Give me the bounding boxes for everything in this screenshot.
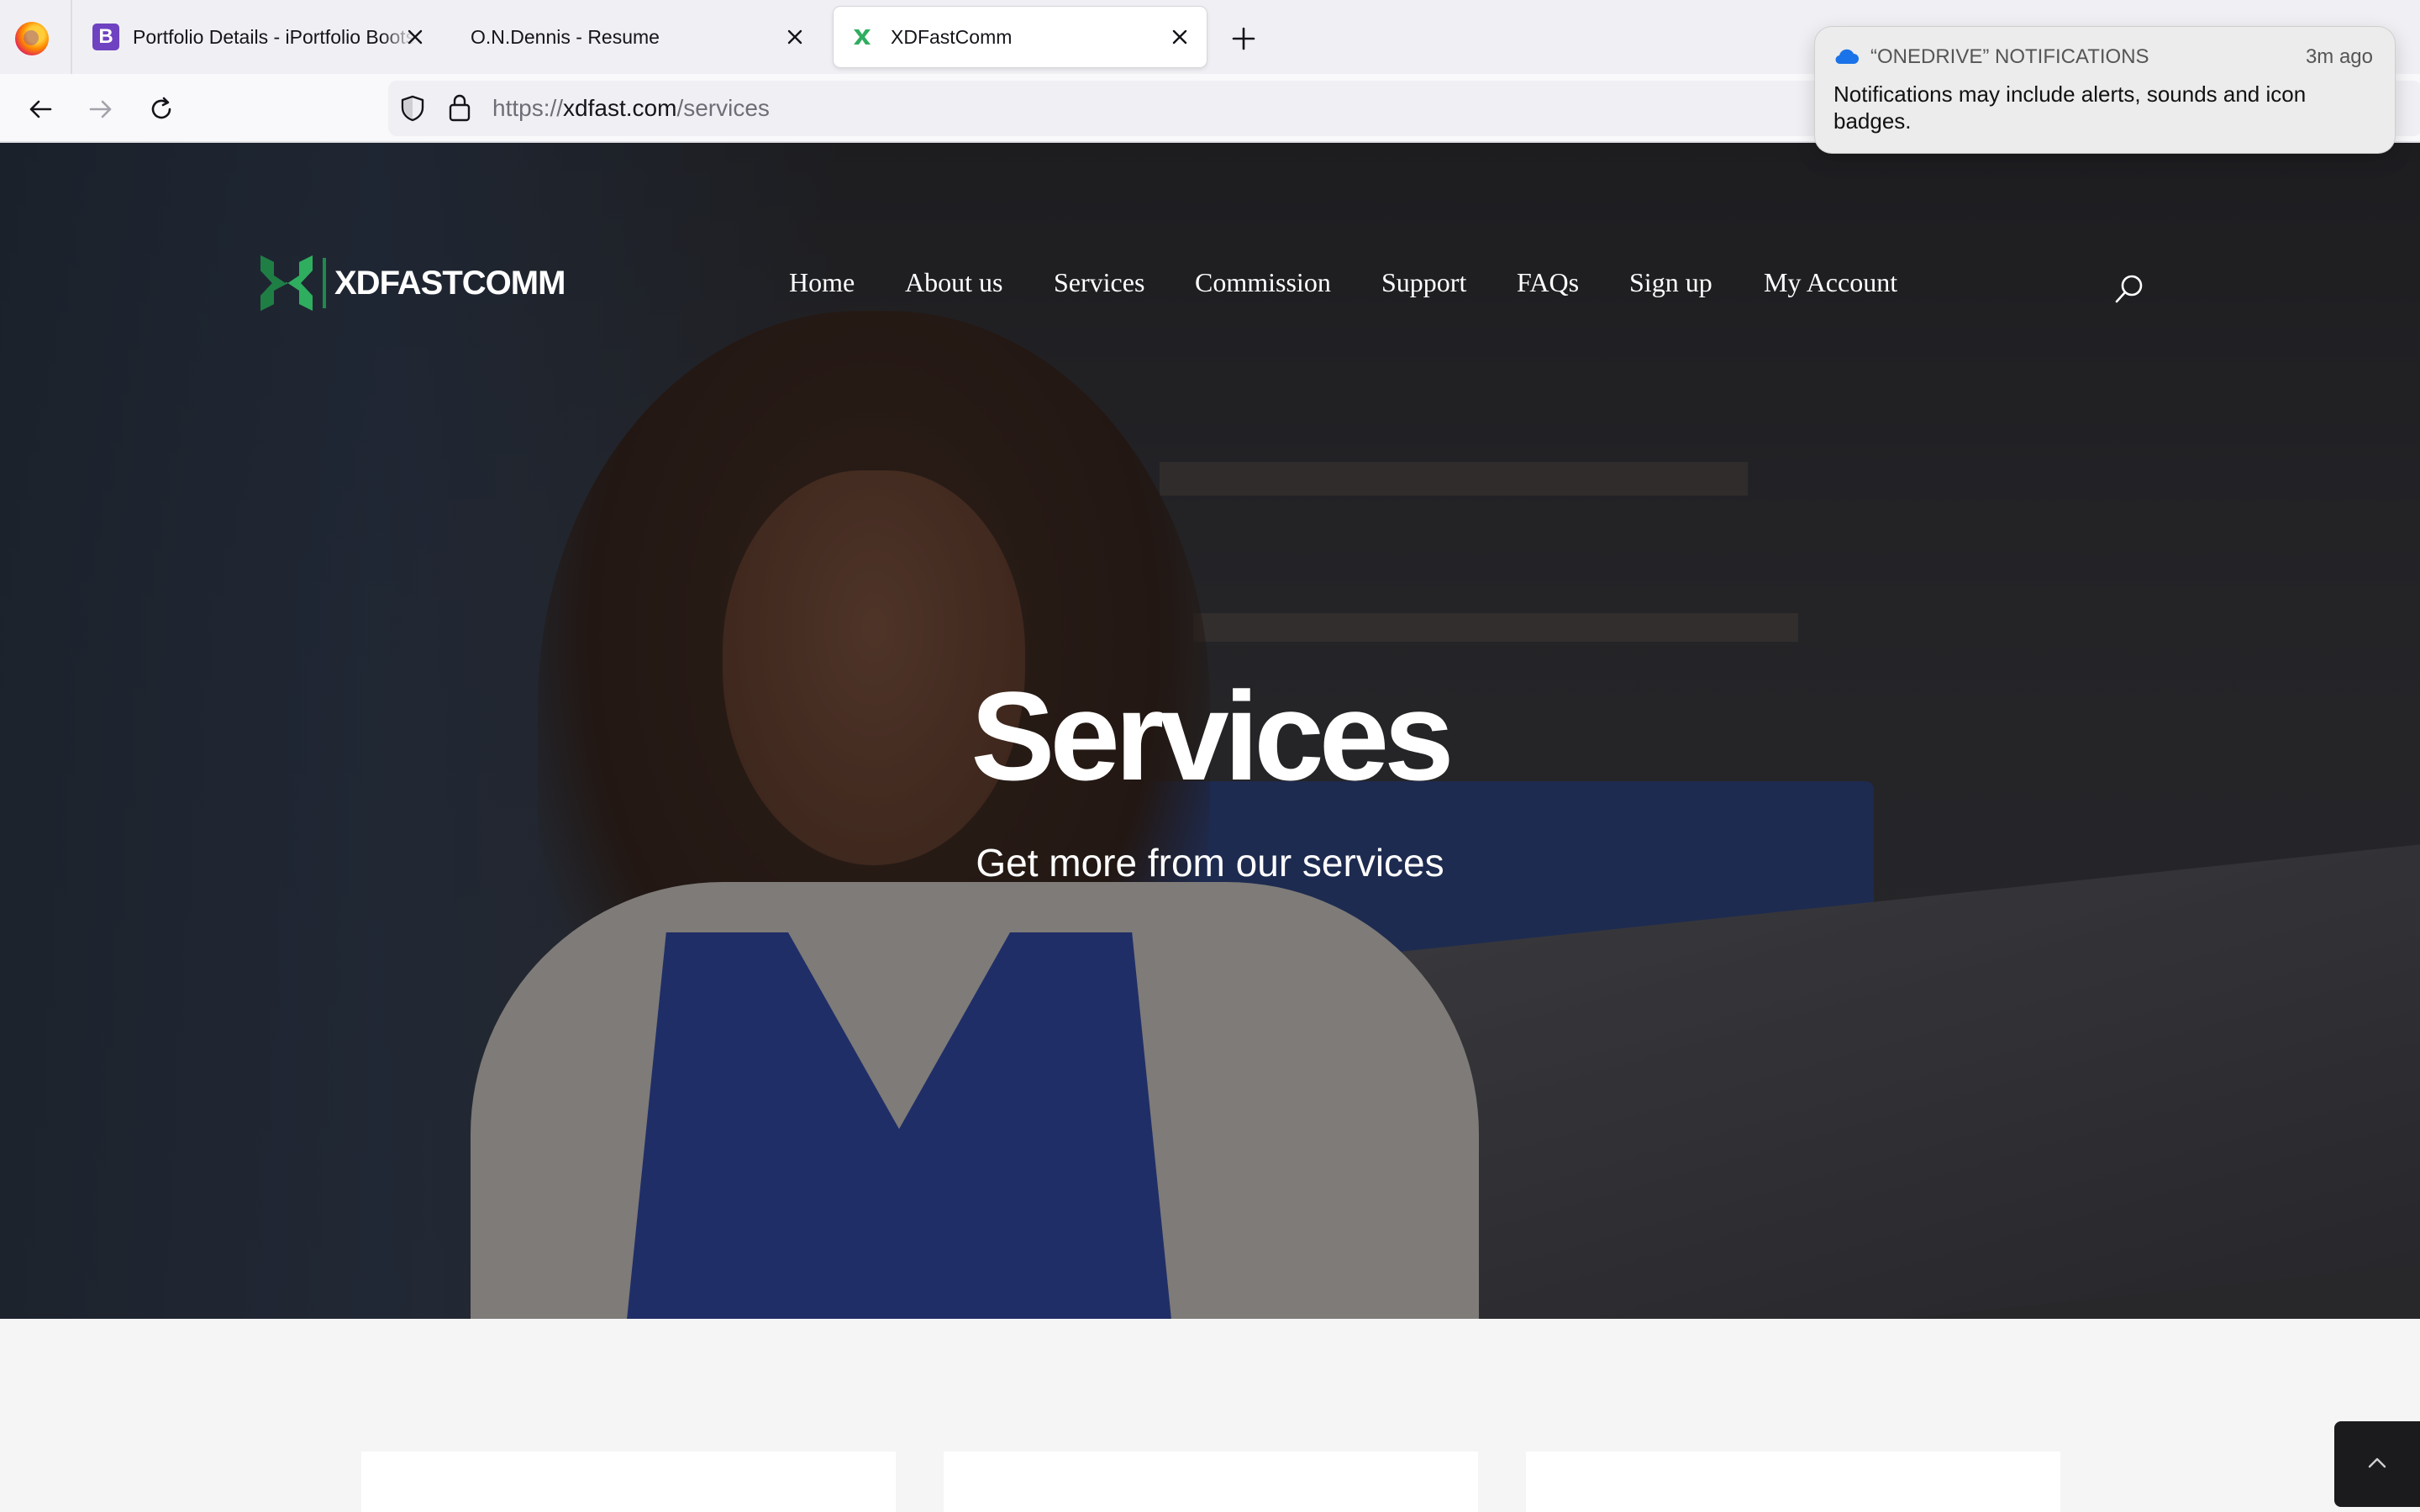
notification-app-name: “ONEDRIVE” NOTIFICATIONS xyxy=(1870,45,2149,68)
shield-icon[interactable] xyxy=(398,94,427,123)
search-icon xyxy=(2115,275,2143,303)
arrow-right-icon xyxy=(89,100,112,118)
system-notification[interactable]: “ONEDRIVE” NOTIFICATIONS 3m ago Notifica… xyxy=(1815,27,2395,153)
nav-support[interactable]: Support xyxy=(1381,267,1466,298)
tab-title: XDFastComm xyxy=(891,25,1013,48)
service-card[interactable] xyxy=(1526,1452,2060,1512)
tab-portfolio-details[interactable]: B Portfolio Details - iPortfolio Bootstr… xyxy=(82,7,442,67)
onedrive-cloud-icon xyxy=(1835,49,1859,65)
tab-title: Portfolio Details - iPortfolio Bootstrap… xyxy=(133,25,415,48)
plus-icon xyxy=(1232,27,1255,50)
nav-sign-up[interactable]: Sign up xyxy=(1629,267,1712,298)
nav-commission[interactable]: Commission xyxy=(1195,267,1331,298)
tab-resume[interactable]: O.N.Dennis - Resume xyxy=(454,7,822,67)
nav-my-account[interactable]: My Account xyxy=(1764,267,1897,298)
hero-title: Services xyxy=(971,665,1454,806)
back-to-top-button[interactable] xyxy=(2334,1421,2420,1507)
close-icon[interactable] xyxy=(400,22,430,52)
logo-divider xyxy=(323,258,326,308)
firefox-icon[interactable] xyxy=(15,22,49,55)
service-card[interactable] xyxy=(361,1452,896,1512)
nav-services[interactable]: Services xyxy=(1054,267,1144,298)
lock-icon[interactable] xyxy=(445,92,474,123)
tab-separator xyxy=(71,0,72,74)
notification-time: 3m ago xyxy=(2305,45,2373,68)
url-scheme: https:// xyxy=(492,95,564,121)
nav-home[interactable]: Home xyxy=(789,267,855,298)
url-path: /services xyxy=(676,95,770,121)
url-domain: xdfast.com xyxy=(563,95,677,121)
hero-subtitle: Get more from our services xyxy=(976,841,1444,885)
search-button[interactable] xyxy=(2111,270,2148,307)
arrow-left-icon xyxy=(29,100,52,118)
back-button[interactable] xyxy=(18,87,62,131)
logo-text: XDFASTCOMM xyxy=(334,264,566,302)
nav-faqs[interactable]: FAQs xyxy=(1517,267,1579,298)
nav-about-us[interactable]: About us xyxy=(905,267,1002,298)
xdfastcomm-icon xyxy=(854,29,871,45)
notification-message: Notifications may include alerts, sounds… xyxy=(1833,81,2307,134)
bootstrap-icon: B xyxy=(92,24,119,50)
site-logo[interactable]: XDFASTCOMM xyxy=(257,250,566,316)
xdfastcomm-logo-icon xyxy=(260,255,313,311)
tab-title: O.N.Dennis - Resume xyxy=(471,25,660,48)
new-tab-button[interactable] xyxy=(1225,20,1262,57)
chevron-up-icon xyxy=(2368,1457,2386,1468)
reload-icon xyxy=(151,97,171,119)
service-card[interactable] xyxy=(944,1452,1478,1512)
reload-button[interactable] xyxy=(139,87,183,131)
close-icon[interactable] xyxy=(780,22,810,52)
forward-button[interactable] xyxy=(79,87,123,131)
hero-section: XDFASTCOMM Home About us Services Commis… xyxy=(0,143,2420,1319)
tab-xdfastcomm[interactable]: XDFastComm xyxy=(834,7,1207,67)
close-icon[interactable] xyxy=(1165,22,1195,52)
url-text[interactable]: https://xdfast.com/services xyxy=(492,95,770,122)
